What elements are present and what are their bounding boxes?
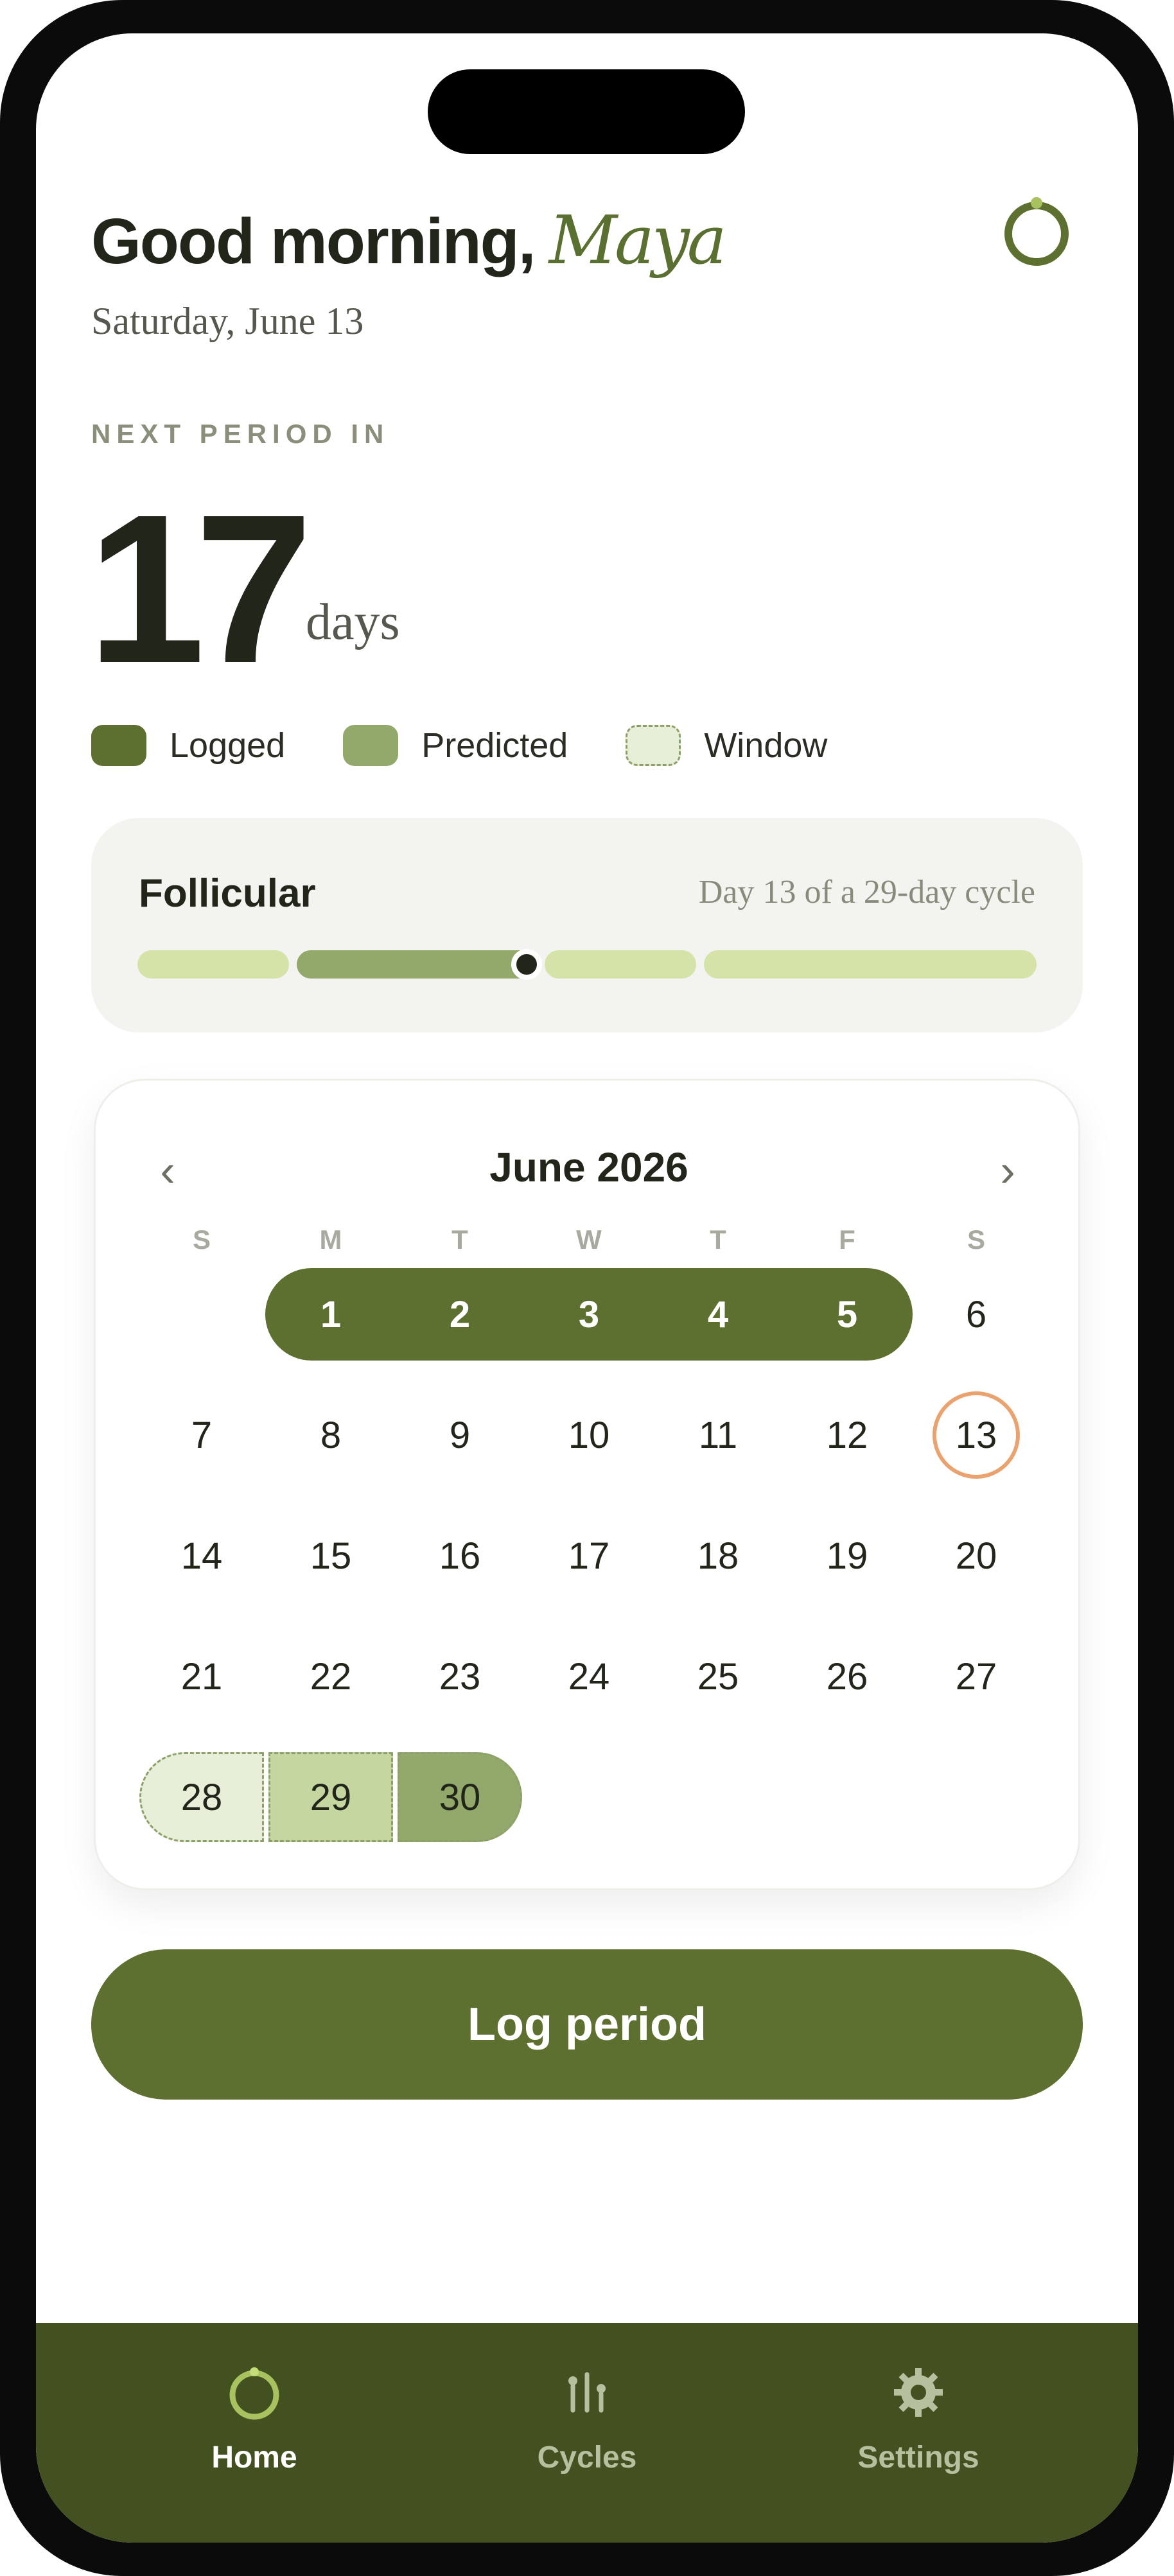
user-name: Maya	[548, 201, 727, 279]
chevron-right-icon[interactable]: ›	[982, 1145, 1033, 1196]
days-until-count: 17	[87, 470, 313, 707]
calendar-card: ‹ June 2026 › S M T W T F S 1 2 3 4 5 6 7 8 9 10 11 12 13 14…	[94, 1079, 1080, 1890]
legend-label-window: Window	[704, 726, 828, 765]
weekday-label: T	[710, 1224, 726, 1255]
tab-settings[interactable]: Settings	[790, 2360, 1047, 2475]
calendar-day[interactable]: 7	[158, 1391, 245, 1479]
calendar-day[interactable]: 12	[803, 1391, 891, 1479]
calendar-day[interactable]: 23	[416, 1633, 504, 1720]
sliders-icon	[568, 2372, 606, 2413]
calendar-day[interactable]: 10	[545, 1391, 633, 1479]
weekday-label: S	[192, 1224, 211, 1255]
cycle-day-detail: Day 13 of a 29-day cycle	[698, 874, 1035, 910]
greeting-text: Good morning,	[91, 205, 536, 277]
calendar-month-title: June 2026	[489, 1144, 688, 1190]
calendar-day[interactable]: 24	[545, 1633, 633, 1720]
legend-swatch-predicted	[343, 725, 399, 766]
gear-icon	[894, 2368, 943, 2417]
calendar-day[interactable]: 16	[416, 1512, 504, 1599]
calendar-day[interactable]: 22	[287, 1633, 374, 1720]
phase-name: Follicular	[139, 871, 316, 916]
weekday-label: M	[319, 1224, 342, 1255]
calendar-day[interactable]: 6	[933, 1271, 1020, 1358]
calendar-day[interactable]: 5	[803, 1271, 891, 1358]
calendar-day[interactable]: 8	[287, 1391, 374, 1479]
current-date: Saturday, June 13	[91, 300, 364, 342]
days-unit: days	[306, 594, 400, 650]
legend-swatch-logged	[91, 725, 146, 766]
app-screen: Good morning, Maya Saturday, June 13 NEXT…	[36, 33, 1138, 2543]
calendar-day[interactable]: 1	[287, 1271, 374, 1358]
calendar-day[interactable]: 26	[803, 1633, 891, 1720]
tab-home-label: Home	[211, 2441, 297, 2475]
phase-segment-menstrual	[137, 950, 289, 979]
cycle-phase-card[interactable]: Follicular Day 13 of a 29-day cycle	[91, 818, 1083, 1032]
calendar-day[interactable]: 29	[268, 1752, 393, 1842]
log-period-button[interactable]: Log period	[91, 1949, 1083, 2100]
phase-segment-ovulation	[545, 950, 696, 979]
phase-segment-luteal	[704, 950, 1037, 979]
calendar-day[interactable]: 4	[674, 1271, 762, 1358]
tab-home[interactable]: Home	[126, 2360, 383, 2475]
calendar-day[interactable]: 18	[674, 1512, 762, 1599]
power-ring-icon[interactable]	[1001, 195, 1073, 267]
calendar-day[interactable]: 27	[933, 1633, 1020, 1720]
calendar-legend: Logged Predicted Window	[91, 717, 885, 774]
calendar-day[interactable]: 25	[674, 1633, 762, 1720]
legend-label-logged: Logged	[170, 726, 286, 765]
tab-settings-label: Settings	[857, 2441, 979, 2475]
tab-cycles-label: Cycles	[537, 2441, 637, 2475]
legend-label-predicted: Predicted	[421, 726, 568, 765]
weekday-label: W	[576, 1224, 602, 1255]
phase-segment-follicular	[297, 950, 537, 979]
calendar-day[interactable]: 3	[545, 1271, 633, 1358]
calendar-day[interactable]: 28	[139, 1752, 264, 1842]
calendar-day[interactable]: 2	[416, 1271, 504, 1358]
dynamic-island	[428, 69, 745, 154]
legend-swatch-window	[626, 725, 681, 766]
calendar-day-today[interactable]: 13	[933, 1391, 1020, 1479]
calendar-day[interactable]: 30	[398, 1752, 522, 1842]
calendar-day[interactable]: 15	[287, 1512, 374, 1599]
tab-cycles[interactable]: Cycles	[459, 2360, 715, 2475]
calendar-day[interactable]: 19	[803, 1512, 891, 1599]
calendar-day[interactable]: 20	[933, 1512, 1020, 1599]
weekday-label: S	[967, 1224, 985, 1255]
calendar-day[interactable]: 14	[158, 1512, 245, 1599]
calendar-day[interactable]: 21	[158, 1633, 245, 1720]
greeting-heading: Good morning, Maya	[91, 205, 727, 277]
bottom-tab-bar: Home Cycles Settings	[36, 2323, 1138, 2543]
calendar-day[interactable]: 9	[416, 1391, 504, 1479]
power-ring-icon	[229, 2367, 279, 2420]
current-day-marker	[511, 949, 542, 980]
phone-frame: Good morning, Maya Saturday, June 13 NEXT…	[0, 0, 1174, 2576]
weekday-label: F	[839, 1224, 855, 1255]
next-period-label: NEXT PERIOD IN	[91, 419, 390, 449]
calendar-day[interactable]: 17	[545, 1512, 633, 1599]
weekday-label: T	[451, 1224, 468, 1255]
calendar-day[interactable]: 11	[674, 1391, 762, 1479]
